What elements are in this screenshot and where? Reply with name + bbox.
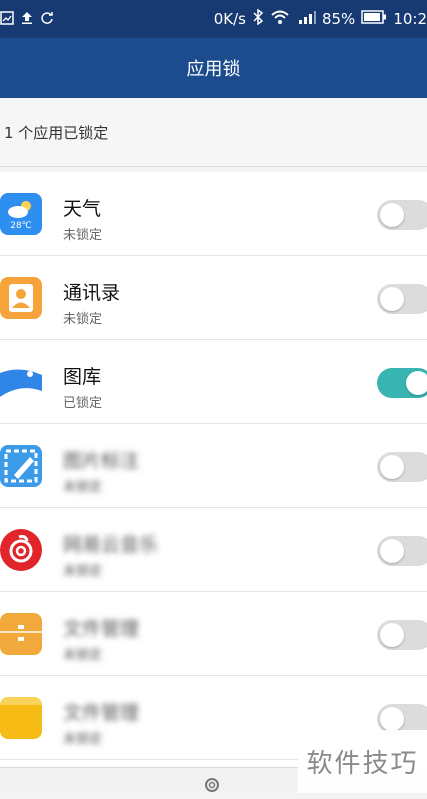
app-name: 图片标注 — [63, 450, 140, 472]
locked-count-text: 1 个应用已锁定 — [4, 123, 109, 142]
lock-toggle[interactable] — [377, 452, 427, 482]
bluetooth-icon — [252, 8, 264, 29]
app-lock-status: 未锁定 — [63, 648, 103, 663]
app-name: 文件管理 — [63, 618, 140, 640]
contacts-icon — [0, 277, 42, 319]
netease-music-icon — [0, 529, 42, 571]
toggle-knob — [380, 623, 404, 647]
app-row-gallery[interactable]: 图库 已锁定 — [0, 340, 427, 424]
app-lock-status: 未锁定 — [63, 564, 103, 579]
app-list: 28℃ 天气 未锁定 通讯录 未锁定 图库 已锁定 图片标注 未锁定 网易云音乐… — [0, 172, 427, 767]
lock-toggle[interactable] — [377, 200, 427, 230]
app-lock-status: 已锁定 — [63, 396, 103, 411]
app-row-weather[interactable]: 28℃ 天气 未锁定 — [0, 172, 427, 256]
app-lock-status: 未锁定 — [63, 228, 103, 243]
app-row-file-manager[interactable]: 文件管理 未锁定 — [0, 592, 427, 676]
divider — [0, 166, 427, 167]
folder-icon — [0, 697, 42, 739]
title-bar: 应用锁 — [0, 38, 427, 98]
clock: 10:2 — [393, 10, 427, 28]
toggle-knob — [380, 287, 404, 311]
toggle-knob — [406, 371, 427, 395]
toggle-knob — [380, 203, 404, 227]
sync-icon — [40, 10, 54, 29]
lock-toggle[interactable] — [377, 536, 427, 566]
lock-toggle[interactable] — [377, 284, 427, 314]
lock-toggle[interactable] — [377, 368, 427, 398]
toggle-knob — [380, 707, 404, 731]
status-bar-left — [0, 0, 54, 38]
locked-summary: 1 个应用已锁定 — [0, 98, 427, 166]
watermark-text: 软件技巧 — [306, 749, 419, 779]
file-manager-icon — [0, 613, 42, 655]
app-name: 通讯录 — [63, 282, 121, 304]
status-bar: 0K/s 85% 10:2 — [0, 0, 427, 38]
signal-icon — [296, 9, 316, 29]
app-name: 图库 — [63, 366, 102, 388]
app-name: 网易云音乐 — [63, 534, 159, 556]
app-row-image-annotate[interactable]: 图片标注 未锁定 — [0, 424, 427, 508]
network-speed: 0K/s — [213, 10, 246, 28]
weather-icon-text: 28℃ — [10, 221, 32, 231]
battery-percent: 85% — [321, 10, 356, 28]
toggle-knob — [380, 455, 404, 479]
app-lock-status: 未锁定 — [63, 312, 103, 327]
app-name: 文件管理 — [63, 702, 140, 724]
image-icon — [0, 10, 14, 29]
lock-toggle[interactable] — [377, 620, 427, 650]
gear-icon[interactable] — [202, 775, 222, 795]
page-title: 应用锁 — [186, 59, 241, 80]
gallery-icon — [0, 361, 42, 403]
watermark: 软件技巧 — [298, 730, 427, 793]
status-bar-right: 0K/s 85% 10:2 — [214, 0, 427, 38]
weather-icon: 28℃ — [0, 193, 42, 235]
image-annotate-icon — [0, 445, 42, 487]
app-name: 天气 — [63, 198, 102, 220]
battery-icon — [361, 10, 387, 28]
toggle-knob — [380, 539, 404, 563]
upload-icon — [20, 10, 34, 29]
app-lock-status: 未锁定 — [63, 732, 103, 747]
wifi-icon — [270, 9, 290, 29]
app-row-contacts[interactable]: 通讯录 未锁定 — [0, 256, 427, 340]
app-lock-status: 未锁定 — [63, 480, 103, 495]
app-row-netease-music[interactable]: 网易云音乐 未锁定 — [0, 508, 427, 592]
